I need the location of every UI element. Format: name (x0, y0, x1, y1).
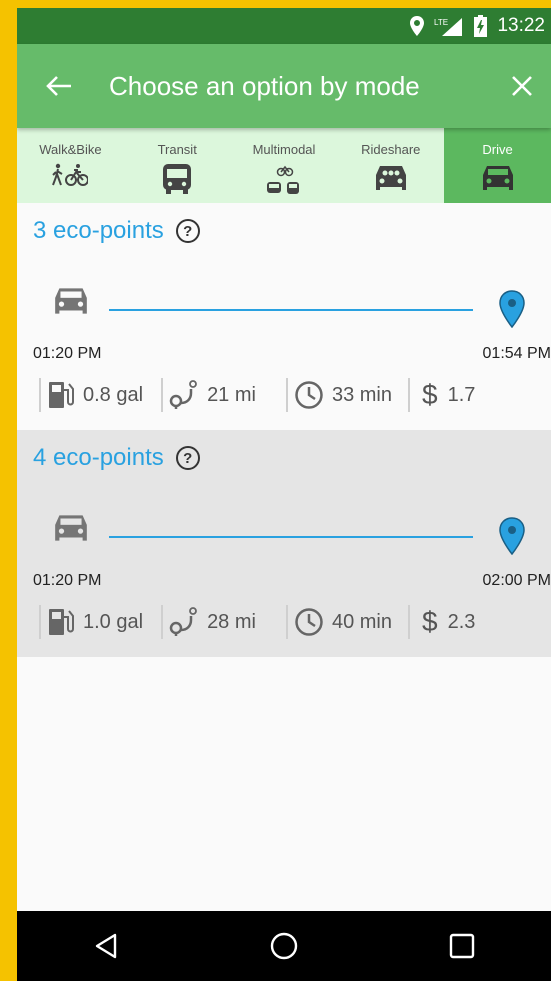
left-border (0, 0, 17, 981)
route-line (109, 309, 473, 311)
status-bar: LTE 13:22 (17, 8, 551, 44)
duration-stat: 40 min (294, 607, 392, 637)
route-option[interactable]: 4 eco-points ? 01:20 PM 02:00 PM 1.0 gal (17, 430, 551, 657)
system-nav-bar (17, 911, 551, 981)
tab-walk-bike[interactable]: Walk&Bike (17, 128, 124, 203)
status-time: 13:22 (497, 15, 545, 36)
dollar-icon: $ (422, 606, 438, 637)
fuel-pump-icon (49, 382, 74, 408)
nav-back-button[interactable] (76, 916, 136, 976)
clock-icon (295, 381, 323, 409)
arrive-time: 01:54 PM (482, 345, 551, 362)
duration-value: 33 min (331, 383, 392, 406)
battery-charging-icon (474, 15, 488, 37)
destination-pin-icon (499, 290, 525, 328)
car-icon (55, 288, 87, 314)
fuel-pump-icon (49, 609, 74, 635)
duration-value: 40 min (331, 610, 392, 633)
phone-screen: LTE 13:22 Choose an option by mode Walk&… (17, 8, 551, 981)
arrive-time: 02:00 PM (482, 572, 551, 589)
tab-transit[interactable]: Transit (124, 128, 231, 203)
eco-points-text: 4 eco-points (33, 444, 164, 471)
divider (285, 605, 288, 639)
eco-points-label: 4 eco-points ? (33, 444, 200, 472)
fuel-value: 1.0 gal (83, 610, 144, 633)
triangle-back-icon (95, 933, 117, 959)
tab-label: Walk&Bike (39, 142, 102, 157)
depart-time: 01:20 PM (33, 345, 102, 362)
fuel-stat: 0.8 gal (47, 380, 143, 410)
distance-stat: 21 mi (169, 379, 256, 411)
tab-drive[interactable]: Drive (444, 128, 551, 203)
back-button[interactable] (29, 56, 89, 116)
mode-tabs: Walk&Bike Transit Multimodal Rideshare D… (17, 128, 551, 203)
help-icon[interactable]: ? (175, 219, 200, 243)
divider (39, 378, 41, 412)
nav-recents-button[interactable] (432, 916, 492, 976)
route-stats: 1.0 gal 28 mi 40 min $ 2.3 (33, 602, 475, 642)
arrow-back-icon (46, 76, 71, 96)
multimodal-icon (266, 165, 299, 194)
destination-pin-icon (499, 517, 525, 555)
cost-value: 1.7 (447, 383, 476, 406)
tab-rideshare[interactable]: Rideshare (337, 128, 444, 203)
walk-bike-icon (52, 163, 89, 186)
cost-stat: $ 1.7 (416, 379, 475, 411)
close-icon (512, 76, 532, 96)
lte-signal-icon: LTE (434, 16, 464, 36)
route-distance-icon (169, 380, 197, 409)
svg-text:LTE: LTE (434, 18, 448, 27)
bus-icon (163, 164, 192, 194)
route-line (109, 536, 473, 538)
page-title: Choose an option by mode (109, 70, 420, 101)
car-icon (55, 515, 87, 541)
dollar-icon: $ (422, 379, 438, 410)
eco-points-text: 3 eco-points (33, 217, 164, 244)
divider (408, 378, 410, 412)
distance-stat: 28 mi (169, 606, 256, 638)
route-distance-icon (169, 607, 197, 636)
depart-time: 01:20 PM (33, 572, 102, 589)
location-icon (410, 16, 425, 36)
duration-stat: 33 min (294, 380, 392, 410)
tab-multimodal[interactable]: Multimodal (231, 128, 338, 203)
fuel-stat: 1.0 gal (47, 607, 143, 637)
cost-stat: $ 2.3 (416, 606, 475, 638)
divider (161, 378, 164, 412)
tab-label: Drive (482, 142, 513, 157)
top-border (0, 0, 551, 8)
cost-value: 2.3 (447, 610, 476, 633)
eco-points-label: 3 eco-points ? (33, 217, 200, 245)
clock-icon (295, 608, 323, 636)
tab-label: Transit (157, 142, 197, 157)
car-icon (482, 166, 513, 190)
divider (285, 378, 288, 412)
rideshare-icon (375, 166, 406, 190)
route-option[interactable]: 3 eco-points ? 01:20 PM 01:54 PM 0.8 gal (17, 203, 551, 430)
square-recents-icon (449, 933, 475, 959)
route-stats: 0.8 gal 21 mi 33 min $ 1.7 (33, 375, 475, 415)
tab-label: Multimodal (252, 142, 316, 157)
divider (161, 605, 164, 639)
circle-home-icon (270, 932, 298, 960)
divider (408, 605, 410, 639)
distance-value: 28 mi (207, 610, 256, 633)
fuel-value: 0.8 gal (83, 383, 144, 406)
tab-label: Rideshare (361, 142, 421, 157)
nav-home-button[interactable] (254, 916, 314, 976)
divider (39, 605, 41, 639)
distance-value: 21 mi (207, 383, 256, 406)
help-icon[interactable]: ? (175, 446, 200, 470)
close-button[interactable] (497, 56, 547, 116)
app-bar: Choose an option by mode (17, 44, 551, 128)
